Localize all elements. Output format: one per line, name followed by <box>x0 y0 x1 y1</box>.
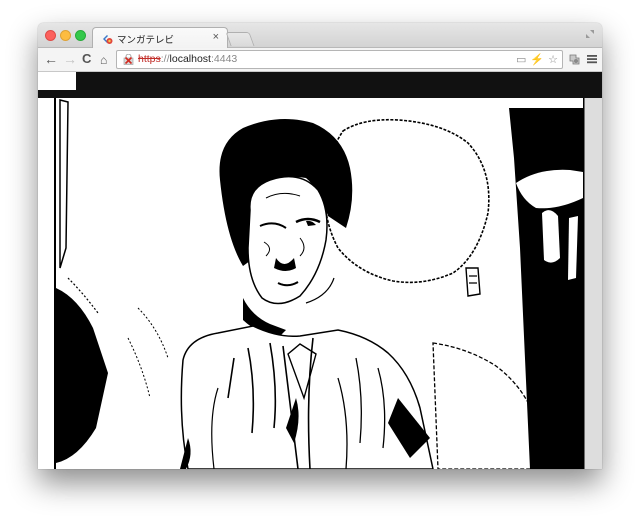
address-bar[interactable]: https://localhost:4443 ▭ ⚡ ☆ <box>116 50 563 69</box>
page-viewport <box>38 72 602 469</box>
bookmark-star-icon[interactable]: ☆ <box>548 54 558 66</box>
window-minimize-button[interactable] <box>60 30 71 41</box>
omnibox-actions: ▭ ⚡ ☆ <box>512 53 558 66</box>
window-zoom-button[interactable] <box>75 30 86 41</box>
url-text: https://localhost:4443 <box>138 53 237 65</box>
browser-window: マンガテレビ × ← → C ⌂ https://localhost:4443 … <box>38 23 602 469</box>
webcam-feed-canvas <box>38 98 602 469</box>
back-button[interactable]: ← <box>44 51 58 67</box>
url-port: :4443 <box>210 53 238 65</box>
ssl-error-icon[interactable] <box>123 54 134 65</box>
tab-manga-tv[interactable]: マンガテレビ × <box>92 27 228 49</box>
url-scheme: https <box>138 53 161 65</box>
tab-strip: マンガテレビ × <box>38 23 602 49</box>
manga-tv-favicon-icon <box>103 35 113 44</box>
home-button[interactable]: ⌂ <box>100 52 107 68</box>
page-top-box[interactable] <box>38 72 76 90</box>
url-separator: :// <box>160 53 170 65</box>
tab-title: マンガテレビ <box>117 35 175 46</box>
forward-button[interactable]: → <box>63 51 77 67</box>
url-host: localhost <box>169 53 211 65</box>
plugin-blocked-icon[interactable]: ⚡ <box>530 54 544 66</box>
tab-close-icon[interactable]: × <box>213 31 219 43</box>
fullscreen-icon[interactable] <box>585 29 595 39</box>
camera-icon[interactable]: ▭ <box>516 54 526 66</box>
browser-toolbar: ← → C ⌂ https://localhost:4443 ▭ ⚡ ☆ <box>38 48 602 72</box>
extension-icon[interactable] <box>567 52 581 66</box>
reload-button[interactable]: C <box>82 51 91 67</box>
new-tab-button[interactable] <box>225 32 255 46</box>
page-top-bar <box>38 72 602 98</box>
hamburger-menu-icon[interactable] <box>587 54 597 64</box>
window-close-button[interactable] <box>45 30 56 41</box>
